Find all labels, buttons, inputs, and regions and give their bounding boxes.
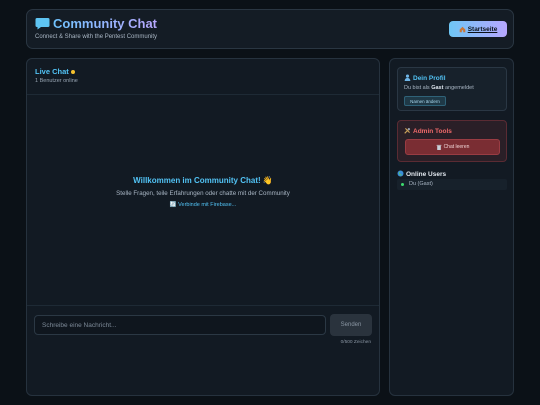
page-header: Community Chat Connect & Share with the … bbox=[26, 9, 514, 49]
online-users-title: Online Users bbox=[397, 170, 446, 178]
profile-title: Dein Profil bbox=[404, 74, 446, 82]
profile-username: Gast bbox=[431, 85, 444, 91]
clear-chat-button[interactable]: Chat leeren bbox=[405, 139, 500, 155]
globe-icon bbox=[397, 170, 404, 177]
message-composer: Senden 0/500 Zeichen bbox=[27, 305, 379, 397]
online-user-item: Du (Gast) bbox=[397, 179, 507, 190]
clear-chat-label: Chat leeren bbox=[443, 144, 470, 150]
user-icon bbox=[404, 74, 411, 81]
welcome-subtitle: Stelle Fragen, teile Erfahrungen oder ch… bbox=[116, 190, 290, 197]
chat-bubble-icon bbox=[35, 18, 50, 30]
message-input[interactable] bbox=[34, 315, 326, 335]
house-icon bbox=[459, 26, 465, 32]
online-dot-icon bbox=[401, 183, 404, 186]
trash-icon bbox=[436, 144, 441, 150]
profile-card: Dein Profil Du bist als Gast angemeldet … bbox=[397, 67, 507, 111]
welcome-title: Willkommen im Community Chat! 👋 bbox=[133, 176, 273, 185]
chat-title: Live Chat bbox=[35, 67, 75, 76]
online-user-name: Du (Gast) bbox=[409, 181, 433, 187]
users-online-count: 1 Benutzer online bbox=[35, 78, 78, 84]
page-title: Community Chat bbox=[53, 16, 157, 31]
tools-icon bbox=[404, 127, 411, 134]
chat-title-label: Live Chat bbox=[35, 67, 69, 76]
profile-status: Du bist als Gast angemeldet bbox=[404, 85, 474, 91]
char-counter: 0/500 Zeichen bbox=[340, 340, 371, 345]
online-users-label: Online Users bbox=[406, 171, 447, 178]
admin-card: Admin Tools Chat leeren bbox=[397, 120, 507, 162]
admin-title-label: Admin Tools bbox=[413, 128, 452, 135]
profile-text-prefix: Du bist als bbox=[404, 85, 430, 91]
page-subtitle: Connect & Share with the Pentest Communi… bbox=[35, 34, 158, 40]
profile-text-suffix: angemeldet bbox=[444, 85, 474, 91]
home-button[interactable]: Startseite bbox=[449, 21, 507, 37]
home-button-label: Startseite bbox=[467, 25, 498, 33]
status-dot-icon bbox=[70, 70, 75, 75]
chat-header: Live Chat 1 Benutzer online bbox=[27, 59, 379, 95]
admin-title: Admin Tools bbox=[404, 127, 452, 135]
profile-title-label: Dein Profil bbox=[413, 75, 446, 82]
connection-status: 🔄 Verbinde mit Firebase... bbox=[169, 202, 237, 208]
sidebar: Dein Profil Du bist als Gast angemeldet … bbox=[389, 58, 514, 396]
send-button[interactable]: Senden bbox=[330, 314, 372, 336]
chat-panel: Live Chat 1 Benutzer online Willkommen i… bbox=[26, 58, 380, 396]
rename-button[interactable]: Namen ändern bbox=[404, 96, 446, 106]
